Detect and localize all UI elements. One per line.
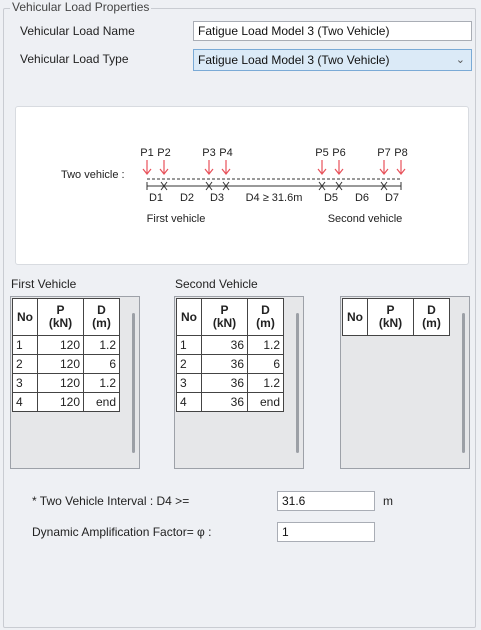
load-arrow-p4: [221, 160, 231, 175]
table-row[interactable]: 1 36 1.2: [176, 335, 284, 355]
second-vehicle-title: Second Vehicle: [175, 277, 258, 291]
table-row[interactable]: 2 36 6: [176, 354, 284, 374]
vehicular-load-name-label: Vehicular Load Name: [20, 24, 135, 38]
dynamic-amplification-label: Dynamic Amplification Factor= φ :: [32, 525, 212, 539]
row-no: 2: [12, 354, 38, 374]
load-label-p4: P4: [219, 147, 232, 159]
col-header-p[interactable]: P (kN): [37, 298, 84, 336]
dim-label-d5: D5: [324, 192, 338, 204]
dim-label-d1: D1: [149, 192, 163, 204]
row-no: 2: [176, 354, 202, 374]
row-d[interactable]: end: [83, 392, 120, 412]
load-arrow-p2: [159, 160, 169, 175]
dim-label-d3: D3: [210, 192, 224, 204]
row-p[interactable]: 36: [201, 373, 248, 393]
second-vehicle-table: No P(kN) D(m) 1 36 1.2 2 36 6 3 36 1.2: [176, 298, 284, 412]
table-row[interactable]: 4 36 end: [176, 392, 284, 412]
col-header-d[interactable]: D (m): [83, 298, 120, 336]
table-row[interactable]: 2 120 6: [12, 354, 120, 374]
first-vehicle-table-panel[interactable]: No P (kN) D (m) 1 120 1.2 2 120 6 3 120 1.…: [10, 296, 140, 469]
row-d[interactable]: 1.2: [247, 373, 284, 393]
row-no: 3: [176, 373, 202, 393]
col-header-d[interactable]: D (m): [413, 298, 450, 336]
load-arrow-p3: [204, 160, 214, 175]
first-vehicle-caption: First vehicle: [147, 213, 206, 225]
load-arrow-p7: [379, 160, 389, 175]
table-row[interactable]: 3 120 1.2: [12, 373, 120, 393]
vehicular-load-name-input[interactable]: Fatigue Load Model 3 (Two Vehicle): [193, 21, 472, 41]
row-no: 3: [12, 373, 38, 393]
dim-label-d4: D4 ≥ 31.6m: [246, 192, 303, 204]
row-d[interactable]: 1.2: [247, 335, 284, 355]
dim-label-d7: D7: [385, 192, 399, 204]
load-arrow-p5: [317, 160, 327, 175]
vehicular-load-type-label: Vehicular Load Type: [20, 52, 129, 66]
vehicular-load-type-select[interactable]: Fatigue Load Model 3 (Two Vehicle) ⌄: [193, 49, 472, 71]
row-no: 4: [12, 392, 38, 412]
col-header-no[interactable]: No: [342, 298, 368, 336]
col-header-p[interactable]: P (kN): [367, 298, 414, 336]
row-p[interactable]: 120: [37, 335, 84, 355]
load-arrows: [142, 160, 406, 175]
col-header-no[interactable]: No: [12, 298, 38, 336]
row-no: 1: [12, 335, 38, 355]
row-d[interactable]: 1.2: [83, 335, 120, 355]
row-p[interactable]: 36: [201, 354, 248, 374]
dynamic-amplification-input[interactable]: 1: [277, 522, 375, 542]
row-d[interactable]: 6: [83, 354, 120, 374]
vehicular-load-type-value: Fatigue Load Model 3 (Two Vehicle): [198, 53, 390, 67]
interval-unit: m: [383, 494, 393, 508]
second-vehicle-table-panel[interactable]: No P(kN) D(m) 1 36 1.2 2 36 6 3 36 1.2: [174, 296, 304, 469]
row-p[interactable]: 120: [37, 354, 84, 374]
row-p[interactable]: 36: [201, 392, 248, 412]
load-arrow-p1: [142, 160, 152, 175]
group-title: Vehicular Load Properties: [10, 0, 152, 14]
load-label-p8: P8: [394, 147, 407, 159]
load-arrow-p8: [396, 160, 406, 175]
load-label-p7: P7: [377, 147, 390, 159]
row-d[interactable]: 1.2: [83, 373, 120, 393]
two-vehicle-label: Two vehicle :: [61, 169, 125, 181]
load-diagram-panel: Two vehicle : P1 P2 P3 P4 P5 P6 P7 P8 D1…: [15, 106, 469, 265]
col-header-no[interactable]: No: [176, 298, 202, 336]
row-d[interactable]: 6: [247, 354, 284, 374]
third-table-scrollbar[interactable]: [462, 313, 465, 453]
load-label-p6: P6: [332, 147, 345, 159]
load-label-p2: P2: [157, 147, 170, 159]
load-diagram: Two vehicle : P1 P2 P3 P4 P5 P6 P7 P8 D1…: [61, 147, 408, 225]
dim-label-d6: D6: [355, 192, 369, 204]
chevron-down-icon: ⌄: [455, 54, 465, 66]
first-vehicle-table: No P (kN) D (m) 1 120 1.2 2 120 6 3 120 1.…: [12, 298, 120, 412]
col-header-d[interactable]: D (m): [247, 298, 284, 336]
row-p[interactable]: 36: [201, 335, 248, 355]
third-table-panel[interactable]: No P (kN) D (m): [340, 296, 470, 469]
row-no: 1: [176, 335, 202, 355]
table-row[interactable]: 3 36 1.2: [176, 373, 284, 393]
third-table: No P (kN) D (m): [342, 298, 450, 336]
first-vehicle-title: First Vehicle: [11, 277, 77, 291]
row-p[interactable]: 120: [37, 392, 84, 412]
dim-label-d2: D2: [180, 192, 194, 204]
second-vehicle-caption: Second vehicle: [328, 213, 403, 225]
second-table-scrollbar[interactable]: [296, 313, 299, 453]
table-row[interactable]: 4 120 end: [12, 392, 120, 412]
table-row[interactable]: 1 120 1.2: [12, 335, 120, 355]
two-vehicle-interval-label: * Two Vehicle Interval : D4 >=: [32, 494, 190, 508]
row-p[interactable]: 120: [37, 373, 84, 393]
first-table-scrollbar[interactable]: [132, 313, 135, 453]
row-d[interactable]: end: [247, 392, 284, 412]
load-arrow-p6: [334, 160, 344, 175]
load-label-p5: P5: [315, 147, 328, 159]
load-label-p3: P3: [202, 147, 215, 159]
row-no: 4: [176, 392, 202, 412]
col-header-p[interactable]: P (kN): [201, 298, 248, 336]
load-label-p1: P1: [140, 147, 153, 159]
two-vehicle-interval-input[interactable]: 31.6: [277, 491, 375, 511]
